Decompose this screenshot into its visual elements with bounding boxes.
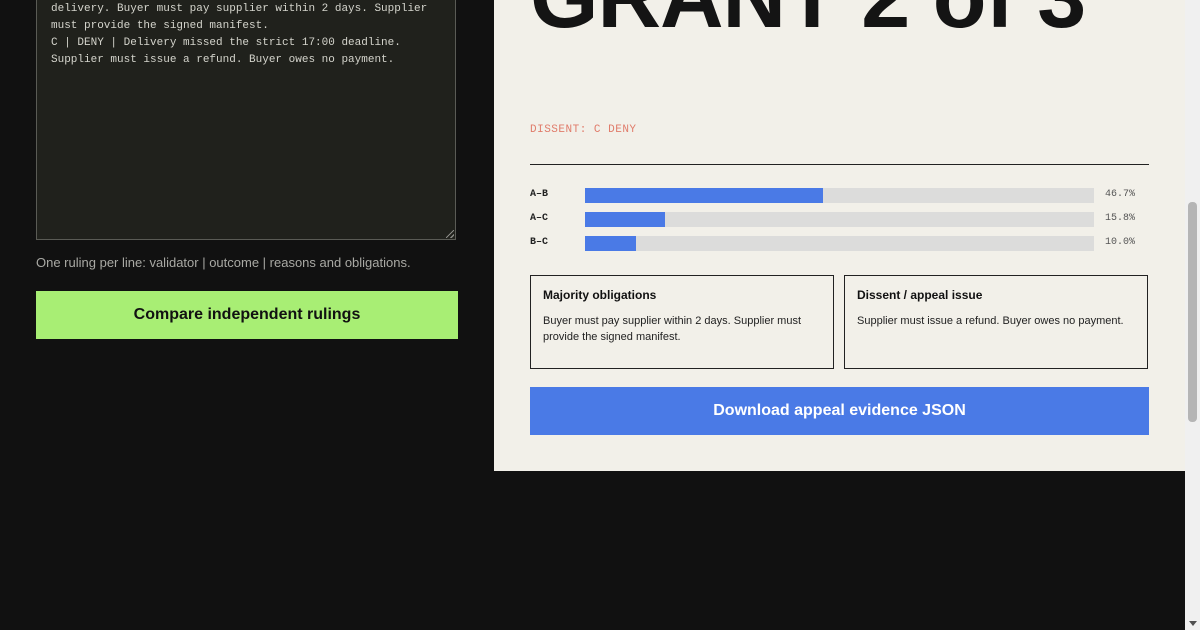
agreement-bar-fill — [585, 212, 666, 227]
agreement-track — [585, 212, 1094, 227]
agreement-row-ab: A–B 46.7% — [530, 188, 1149, 204]
divider — [530, 164, 1149, 165]
scrollbar-thumb[interactable] — [1188, 202, 1197, 422]
scroll-down-arrow-icon[interactable] — [1189, 621, 1197, 626]
result-panel: GRANT 2 of 3 DISSENT: C DENY A–B 46.7% A… — [494, 0, 1185, 471]
agreement-pair-label: A–B — [530, 189, 549, 200]
card-body: Supplier must issue a refund. Buyer owes… — [857, 315, 1124, 327]
agreement-track — [585, 188, 1094, 203]
vertical-scrollbar[interactable] — [1185, 0, 1200, 630]
agreement-bar-fill — [585, 188, 823, 203]
agreement-pair-label: B–C — [530, 237, 549, 248]
download-evidence-button[interactable]: Download appeal evidence JSON — [530, 387, 1149, 435]
compare-rulings-button[interactable]: Compare independent rulings — [36, 291, 458, 339]
verdict-headline: GRANT 2 of 3 — [530, 0, 1170, 41]
majority-obligations-card: Majority obligations Buyer must pay supp… — [530, 275, 834, 369]
ruling-line: delivery. Buyer must pay supplier within… — [51, 3, 434, 32]
dissent-appeal-card: Dissent / appeal issue Supplier must iss… — [844, 275, 1148, 369]
agreement-row-ac: A–C 15.8% — [530, 212, 1149, 228]
input-hint: One ruling per line: validator | outcome… — [36, 255, 411, 270]
card-title: Majority obligations — [543, 288, 657, 302]
agreement-value: 46.7% — [1105, 189, 1136, 200]
rulings-textarea[interactable]: delivery. Buyer must pay supplier within… — [36, 0, 456, 240]
dissent-label: DISSENT: C DENY — [530, 124, 637, 136]
agreement-row-bc: B–C 10.0% — [530, 236, 1149, 252]
agreement-value: 10.0% — [1105, 237, 1136, 248]
card-title: Dissent / appeal issue — [857, 288, 983, 302]
resize-handle-icon[interactable] — [446, 230, 454, 238]
agreement-bar-fill — [585, 236, 636, 251]
agreement-value: 15.8% — [1105, 213, 1136, 224]
ruling-line: C | DENY | Delivery missed the strict 17… — [51, 37, 408, 66]
agreement-track — [585, 236, 1094, 251]
card-body: Buyer must pay supplier within 2 days. S… — [543, 315, 802, 343]
agreement-pair-label: A–C — [530, 213, 549, 224]
